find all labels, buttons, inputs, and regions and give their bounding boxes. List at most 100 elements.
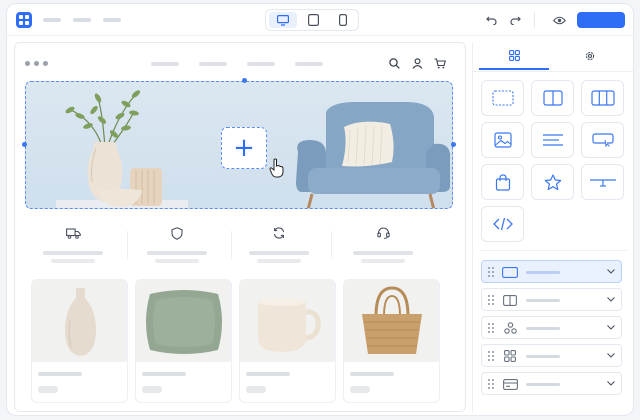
chevron-down-icon[interactable] xyxy=(606,295,615,304)
text-lines-icon xyxy=(542,134,563,146)
resize-handle-left[interactable] xyxy=(22,142,27,147)
block-button[interactable] xyxy=(581,122,624,158)
nav-link-placeholder[interactable] xyxy=(247,62,275,66)
button-icon xyxy=(591,133,614,147)
two-columns-icon xyxy=(542,90,563,106)
device-switcher xyxy=(265,9,359,31)
add-block-button[interactable]: + xyxy=(221,127,267,169)
tab-settings[interactable] xyxy=(555,42,625,70)
redo-button[interactable] xyxy=(508,13,522,27)
product-name-placeholder xyxy=(142,372,186,376)
hand-cursor-icon xyxy=(269,158,284,178)
shopping-bag-icon xyxy=(495,173,510,191)
layer-item-grid[interactable] xyxy=(481,344,622,367)
drag-handle-icon[interactable] xyxy=(488,323,494,333)
undo-icon xyxy=(485,16,497,25)
resize-handle-top[interactable] xyxy=(242,78,247,83)
chevron-down-icon[interactable] xyxy=(606,351,615,360)
product-card[interactable] xyxy=(135,279,232,403)
undo-button[interactable] xyxy=(484,13,498,27)
app-logo-icon[interactable] xyxy=(16,12,32,28)
block-code[interactable] xyxy=(481,206,524,242)
product-image-mug xyxy=(240,280,335,362)
toolbar-divider xyxy=(534,12,535,28)
feature-shipping[interactable] xyxy=(25,221,127,267)
product-card[interactable] xyxy=(239,279,336,403)
drag-handle-icon[interactable] xyxy=(488,295,494,305)
feature-text-placeholder xyxy=(257,259,301,263)
product-price-placeholder xyxy=(38,386,58,393)
drag-handle-icon[interactable] xyxy=(488,267,494,277)
code-icon xyxy=(492,217,513,231)
page-canvas[interactable]: + xyxy=(14,42,466,412)
resize-handle-right[interactable] xyxy=(451,142,456,147)
product-price-placeholder xyxy=(142,386,162,393)
menu-placeholder-1[interactable] xyxy=(43,18,61,22)
feature-text-placeholder xyxy=(361,259,405,263)
chevron-down-icon[interactable] xyxy=(606,379,615,388)
feature-text-placeholder xyxy=(51,259,95,263)
feature-returns[interactable] xyxy=(231,221,333,267)
star-icon xyxy=(544,173,561,190)
tab-blocks[interactable] xyxy=(479,42,549,70)
section-icon xyxy=(502,265,518,279)
layer-item-section[interactable] xyxy=(481,260,622,283)
redo-icon xyxy=(509,16,521,25)
feature-support[interactable] xyxy=(335,221,437,267)
feature-title-placeholder xyxy=(353,251,413,255)
layer-item-columns[interactable] xyxy=(481,288,622,311)
layer-item-shapes[interactable] xyxy=(481,316,622,339)
feature-warranty[interactable] xyxy=(129,221,231,267)
chevron-down-icon[interactable] xyxy=(606,267,615,276)
block-two-columns[interactable] xyxy=(531,80,574,116)
layer-item-card[interactable] xyxy=(481,372,622,395)
feature-divider xyxy=(331,231,332,259)
drag-handle-icon[interactable] xyxy=(488,379,494,389)
feature-title-placeholder xyxy=(43,251,103,255)
user-icon[interactable] xyxy=(410,56,424,70)
block-rating[interactable] xyxy=(531,164,574,200)
chevron-down-icon[interactable] xyxy=(606,323,615,332)
divider-icon xyxy=(589,179,616,187)
feature-title-placeholder xyxy=(147,251,207,255)
layer-label-placeholder xyxy=(526,299,560,302)
drag-handle-icon[interactable] xyxy=(488,351,494,361)
desktop-view-button[interactable] xyxy=(269,12,297,28)
tabs-divider xyxy=(473,71,633,72)
block-image[interactable] xyxy=(481,122,524,158)
product-image-basket xyxy=(344,280,439,362)
preview-button[interactable] xyxy=(552,13,566,27)
cart-icon[interactable] xyxy=(433,56,447,70)
product-card[interactable] xyxy=(343,279,440,403)
publish-button[interactable] xyxy=(577,12,625,28)
product-card[interactable] xyxy=(31,279,128,403)
feature-text-placeholder xyxy=(155,259,199,263)
layer-label-placeholder xyxy=(526,327,560,330)
image-icon xyxy=(493,132,512,148)
search-icon[interactable] xyxy=(387,56,401,70)
block-section[interactable] xyxy=(481,80,524,116)
menu-placeholder-3[interactable] xyxy=(103,18,121,22)
grid-icon xyxy=(508,49,520,61)
product-price-placeholder xyxy=(350,386,370,393)
shapes-icon xyxy=(502,321,518,335)
refresh-icon xyxy=(271,225,287,241)
section-icon xyxy=(491,90,514,106)
desktop-icon xyxy=(277,14,289,26)
mobile-view-button[interactable] xyxy=(329,12,357,28)
block-three-columns[interactable] xyxy=(581,80,624,116)
block-divider[interactable] xyxy=(581,164,624,200)
block-product[interactable] xyxy=(481,164,524,200)
block-text[interactable] xyxy=(531,122,574,158)
layer-label-placeholder xyxy=(526,271,560,274)
nav-link-placeholder[interactable] xyxy=(151,62,179,66)
builder-app: + xyxy=(6,3,634,416)
headset-icon xyxy=(375,225,391,241)
tablet-view-button[interactable] xyxy=(299,12,327,28)
menu-placeholder-2[interactable] xyxy=(73,18,91,22)
feature-title-placeholder xyxy=(249,251,309,255)
nav-link-placeholder[interactable] xyxy=(199,62,227,66)
tablet-icon xyxy=(307,14,319,26)
nav-link-placeholder[interactable] xyxy=(295,62,323,66)
feature-divider xyxy=(127,231,128,259)
